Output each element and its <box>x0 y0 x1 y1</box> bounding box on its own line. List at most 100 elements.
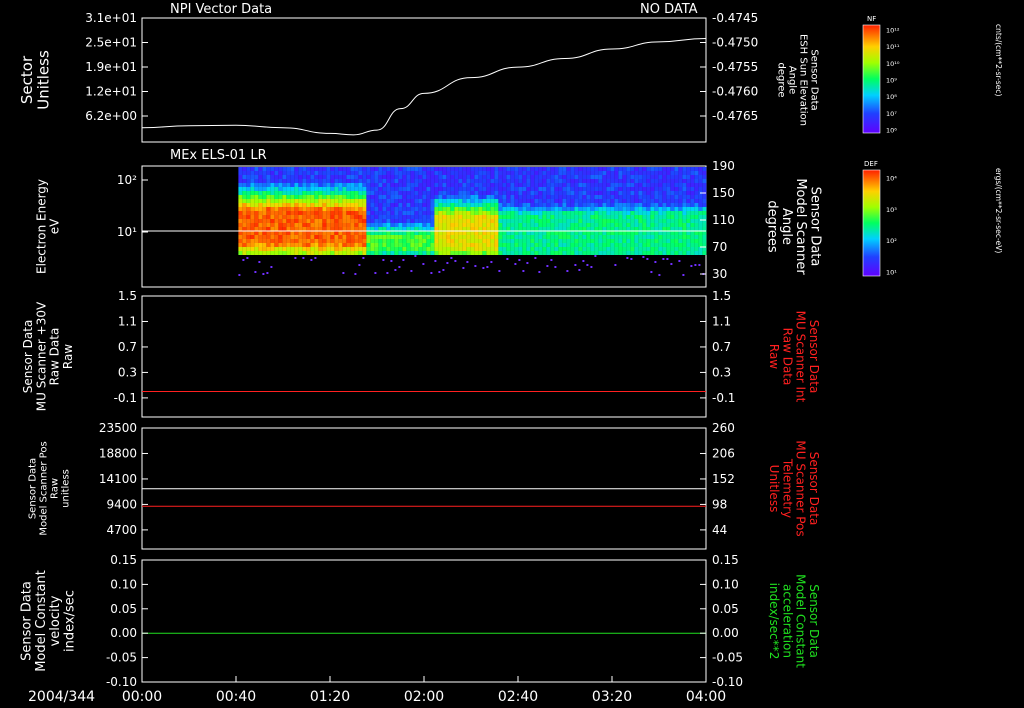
heat-cell <box>514 211 519 215</box>
heat-cell <box>430 239 435 243</box>
heat-cell <box>658 239 663 243</box>
heat-cell <box>682 243 687 247</box>
heat-cell <box>334 211 339 215</box>
heat-cell <box>698 235 703 239</box>
heat-cell <box>654 207 659 211</box>
heat-cell <box>678 239 683 243</box>
heat-cell <box>378 191 383 195</box>
heat-cell <box>366 243 371 247</box>
heat-cell <box>362 223 367 227</box>
heat-cell <box>470 199 475 203</box>
heat-cell <box>298 191 303 195</box>
heat-cell <box>662 211 667 215</box>
heat-cell <box>478 199 483 203</box>
heat-cell <box>390 243 395 247</box>
heat-cell <box>590 215 595 219</box>
heat-cell <box>558 195 563 199</box>
heat-cell <box>306 175 311 179</box>
heat-cell <box>238 219 243 223</box>
heat-cell <box>246 231 251 235</box>
left-tick-label: 4700 <box>106 523 137 537</box>
heat-cell <box>298 231 303 235</box>
heat-cell <box>410 219 415 223</box>
heat-cell <box>470 223 475 227</box>
heat-cell <box>386 227 391 231</box>
heat-cell <box>686 239 691 243</box>
heat-cell <box>478 251 483 255</box>
heat-cell <box>454 227 459 231</box>
heat-cell <box>454 235 459 239</box>
heat-cell <box>298 167 303 171</box>
heat-cell <box>390 223 395 227</box>
heat-cell <box>566 223 571 227</box>
left-axis-label: Electron EnergyeV <box>34 179 61 274</box>
heat-cell <box>406 251 411 255</box>
heat-cell <box>698 211 703 215</box>
heat-cell <box>302 175 307 179</box>
colorbar-tick-label: 10¹ <box>886 269 897 277</box>
heat-cell <box>694 187 699 191</box>
heat-cell <box>366 187 371 191</box>
heat-cell <box>506 235 511 239</box>
heat-cell <box>478 211 483 215</box>
heat-cell <box>430 251 435 255</box>
heat-cell <box>610 167 615 171</box>
heat-cell <box>610 179 615 183</box>
heat-cell <box>626 247 631 251</box>
heat-cell <box>558 207 563 211</box>
heat-cell <box>470 207 475 211</box>
left-tick-label: -0.05 <box>106 651 137 665</box>
heat-cell <box>390 227 395 231</box>
heat-cell <box>618 247 623 251</box>
heat-cell <box>690 243 695 247</box>
heat-cell <box>322 195 327 199</box>
heat-cell <box>242 219 247 223</box>
heat-cell <box>590 203 595 207</box>
heat-cell <box>602 243 607 247</box>
heat-cell <box>502 179 507 183</box>
heat-cell <box>534 179 539 183</box>
right-axis-label-line: Sensor Data <box>807 187 822 267</box>
heat-cell <box>434 227 439 231</box>
heat-cell <box>378 211 383 215</box>
heat-cell <box>426 199 431 203</box>
heat-cell <box>650 191 655 195</box>
heat-cell <box>454 183 459 187</box>
heat-cell <box>250 167 255 171</box>
heat-cell <box>562 211 567 215</box>
heat-cell <box>610 235 615 239</box>
heat-cell <box>354 223 359 227</box>
left-axis-label: Sensor DataModel Scanner PosRawunitless <box>28 441 72 535</box>
heat-cell <box>274 167 279 171</box>
heat-cell <box>370 199 375 203</box>
heat-speck <box>462 267 465 269</box>
heat-cell <box>694 191 699 195</box>
heat-cell <box>286 219 291 223</box>
heat-cell <box>438 203 443 207</box>
heat-cell <box>390 251 395 255</box>
heat-cell <box>582 175 587 179</box>
heat-cell <box>446 223 451 227</box>
heat-cell <box>490 179 495 183</box>
heat-cell <box>410 187 415 191</box>
left-axis-label: Sensor DataMU Scanner +30VRaw DataRaw <box>21 301 75 411</box>
heat-cell <box>438 183 443 187</box>
heat-cell <box>506 203 511 207</box>
heat-cell <box>446 227 451 231</box>
heat-cell <box>246 223 251 227</box>
heat-cell <box>658 215 663 219</box>
heat-cell <box>466 207 471 211</box>
heat-cell <box>462 251 467 255</box>
heat-cell <box>694 195 699 199</box>
heat-cell <box>278 203 283 207</box>
heat-cell <box>582 187 587 191</box>
heat-cell <box>386 231 391 235</box>
heat-cell <box>346 251 351 255</box>
heat-cell <box>246 227 251 231</box>
heat-cell <box>374 211 379 215</box>
heat-cell <box>502 247 507 251</box>
heat-cell <box>378 175 383 179</box>
right-tick-label: 206 <box>712 446 735 460</box>
heat-cell <box>614 175 619 179</box>
heat-cell <box>254 231 259 235</box>
